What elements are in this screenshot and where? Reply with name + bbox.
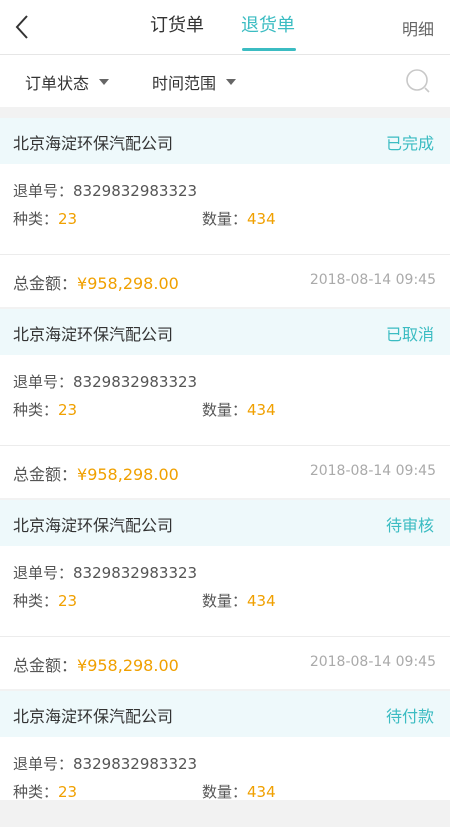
order-no-row: 退单号：8329832983323 (13, 371, 197, 392)
quantity-label: 数量： (202, 592, 248, 610)
card-footer: 总金额：¥958,298.00 2018-08-14 09:45 (0, 255, 450, 307)
kinds-value: 23 (58, 401, 78, 419)
order-no-value: 8329832983323 (73, 564, 198, 582)
quantity-value: 434 (247, 592, 276, 610)
order-no-row: 退单号：8329832983323 (13, 753, 197, 774)
order-no-value: 8329832983323 (73, 755, 198, 773)
order-no-row: 退单号：8329832983323 (13, 180, 197, 201)
order-time: 2018-08-14 09:45 (309, 654, 436, 670)
card-header: 北京海淀环保汽配公司 待审核 (0, 500, 450, 546)
order-no-value: 8329832983323 (73, 182, 198, 200)
order-no-row: 退单号：8329832983323 (13, 562, 197, 583)
status-badge: 已完成 (385, 134, 434, 153)
order-no-value: 8329832983323 (73, 373, 198, 391)
kinds-value: 23 (58, 592, 78, 610)
order-no-label: 退单号： (13, 755, 74, 773)
time-range-filter[interactable]: 时间范围 (152, 70, 237, 94)
quantity-label: 数量： (202, 210, 248, 228)
kinds-label: 种类： (13, 783, 59, 801)
order-no-label: 退单号： (13, 564, 74, 582)
order-status-label: 订单状态 (25, 74, 90, 93)
company-name: 北京海淀环保汽配公司 (13, 325, 174, 344)
kinds-value: 23 (58, 210, 78, 228)
card-footer: 总金额：¥958,298.00 2018-08-14 09:45 (0, 446, 450, 498)
tab-returns[interactable]: 退货单 (241, 14, 295, 38)
order-no-label: 退单号： (13, 182, 74, 200)
kinds-label: 种类： (13, 592, 59, 610)
total-label: 总金额： (13, 274, 78, 293)
total-amount: ¥958,298.00 (77, 274, 179, 293)
detail-link[interactable]: 明细 (402, 16, 434, 40)
kinds-row: 种类：23 (13, 399, 77, 420)
top-nav: 订货单 退货单 明细 (0, 0, 450, 55)
tab-orders[interactable]: 订货单 (150, 14, 204, 38)
kinds-row: 种类：23 (13, 208, 77, 229)
kinds-label: 种类： (13, 210, 59, 228)
total-label: 总金额： (13, 656, 78, 675)
status-badge: 待付款 (385, 707, 434, 726)
card-body: 退单号：8329832983323 种类：23 数量：434 (0, 164, 450, 255)
order-time: 2018-08-14 09:45 (309, 463, 436, 479)
order-time: 2018-08-14 09:45 (309, 272, 436, 288)
card-header: 北京海淀环保汽配公司 已取消 (0, 309, 450, 355)
quantity-value: 434 (247, 783, 276, 801)
kinds-row: 种类：23 (13, 781, 77, 802)
caret-down-icon (226, 79, 237, 85)
order-status-filter[interactable]: 订单状态 (25, 70, 110, 94)
total-amount: ¥958,298.00 (77, 465, 179, 484)
quantity-row: 数量：434 (202, 781, 276, 802)
order-card[interactable]: 北京海淀环保汽配公司 已完成 退单号：8329832983323 种类：23 数… (0, 118, 450, 307)
time-range-label: 时间范围 (152, 74, 217, 93)
quantity-row: 数量：434 (202, 399, 276, 420)
total-row: 总金额：¥958,298.00 (13, 270, 179, 294)
card-header: 北京海淀环保汽配公司 已完成 (0, 118, 450, 164)
active-tab-indicator (242, 48, 296, 51)
quantity-row: 数量：434 (202, 208, 276, 229)
order-card[interactable]: 北京海淀环保汽配公司 已取消 退单号：8329832983323 种类：23 数… (0, 309, 450, 498)
order-no-label: 退单号： (13, 373, 74, 391)
quantity-row: 数量：434 (202, 590, 276, 611)
kinds-label: 种类： (13, 401, 59, 419)
chevron-left-icon (15, 15, 28, 39)
card-body: 退单号：8329832983323 种类：23 数量：434 (0, 355, 450, 446)
kinds-value: 23 (58, 783, 78, 801)
company-name: 北京海淀环保汽配公司 (13, 516, 174, 535)
company-name: 北京海淀环保汽配公司 (13, 707, 174, 726)
back-button[interactable] (8, 12, 36, 42)
order-card[interactable]: 北京海淀环保汽配公司 待付款 退单号：8329832983323 种类：23 数… (0, 691, 450, 801)
total-row: 总金额：¥958,298.00 (13, 652, 179, 676)
quantity-value: 434 (247, 210, 276, 228)
card-body: 退单号：8329832983323 种类：23 数量：434 (0, 737, 450, 827)
total-label: 总金额： (13, 465, 78, 484)
card-footer: 总金额：¥958,298.00 2018-08-14 09:45 (0, 637, 450, 689)
status-badge: 已取消 (385, 325, 434, 344)
total-row: 总金额：¥958,298.00 (13, 461, 179, 485)
quantity-label: 数量： (202, 783, 248, 801)
card-header: 北京海淀环保汽配公司 待付款 (0, 691, 450, 737)
search-icon (406, 69, 430, 93)
quantity-value: 434 (247, 401, 276, 419)
filter-bar: 订单状态 时间范围 (0, 55, 450, 107)
quantity-label: 数量： (202, 401, 248, 419)
status-badge: 待审核 (385, 516, 434, 535)
kinds-row: 种类：23 (13, 590, 77, 611)
card-body: 退单号：8329832983323 种类：23 数量：434 (0, 546, 450, 637)
order-card[interactable]: 北京海淀环保汽配公司 待审核 退单号：8329832983323 种类：23 数… (0, 500, 450, 689)
total-amount: ¥958,298.00 (77, 656, 179, 675)
search-button[interactable] (404, 67, 432, 95)
caret-down-icon (99, 79, 110, 85)
company-name: 北京海淀环保汽配公司 (13, 134, 174, 153)
